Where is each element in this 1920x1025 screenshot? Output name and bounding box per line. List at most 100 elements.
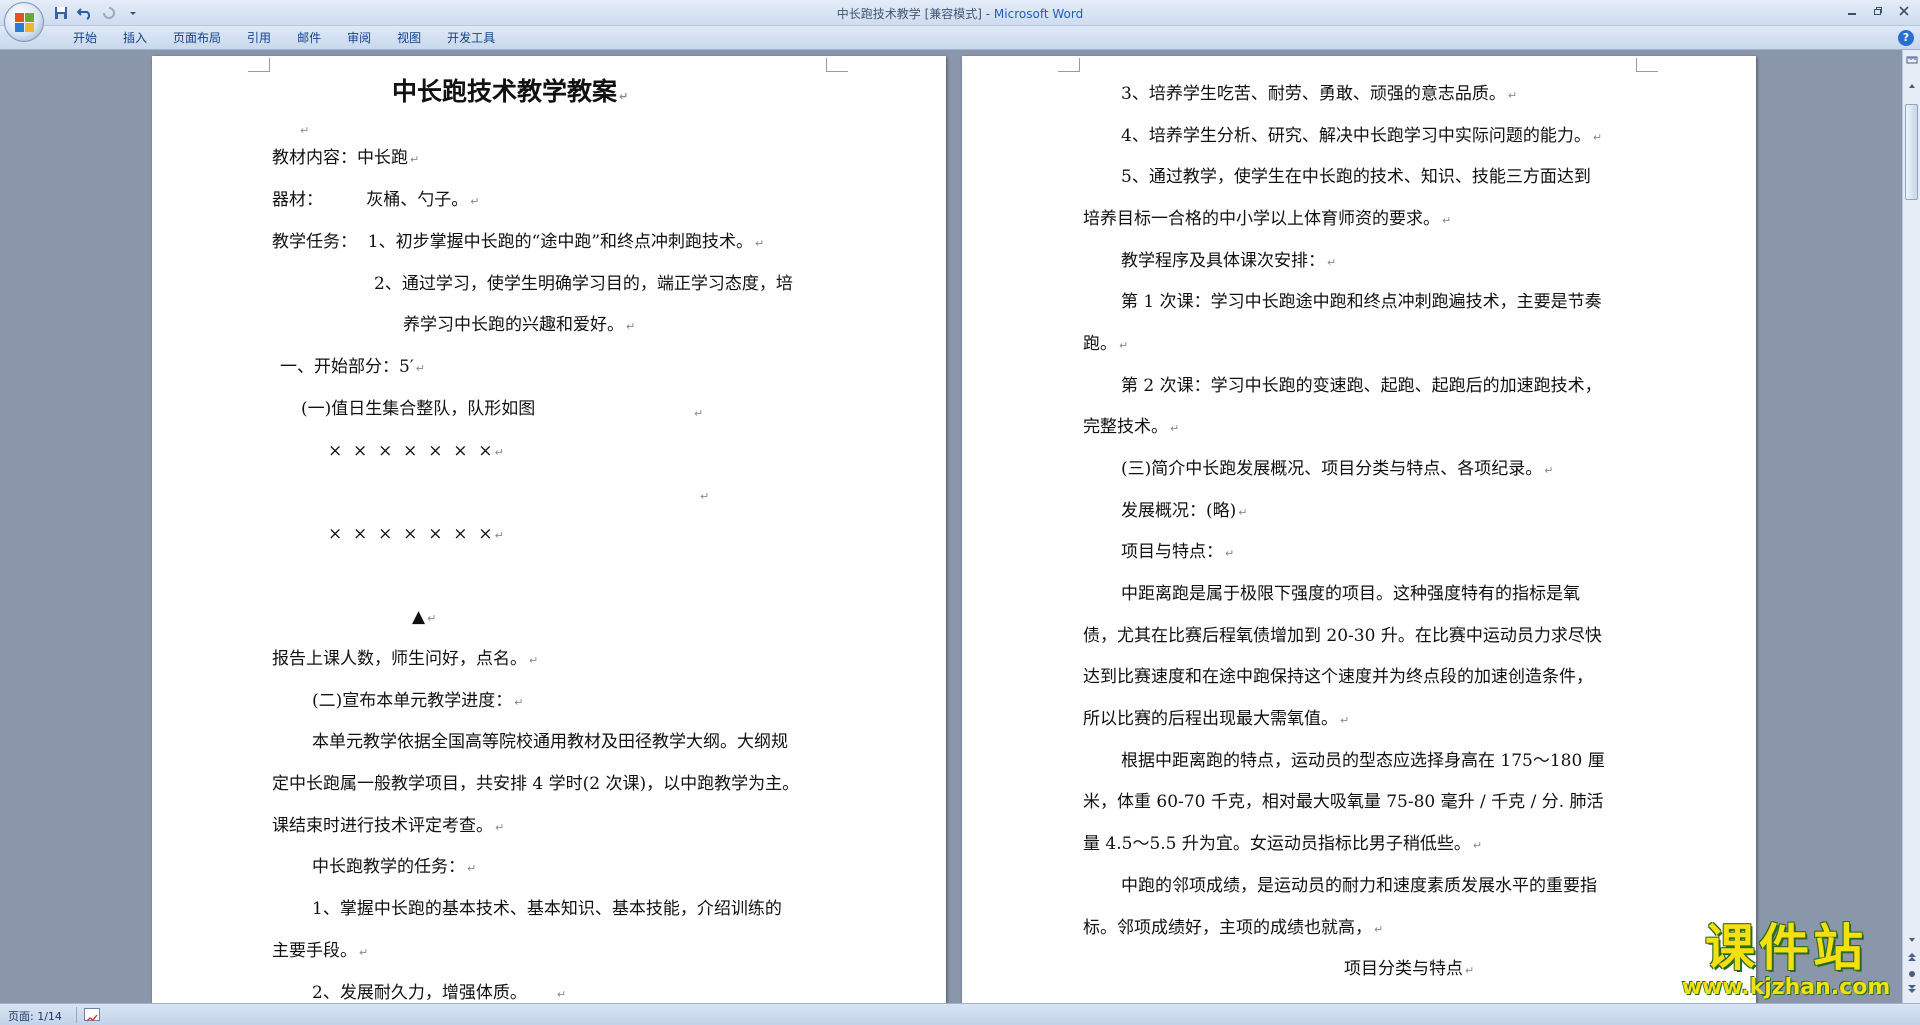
window-controls [1840,2,1916,20]
paragraph: 跑。 ↵ [1083,334,1129,354]
paragraph: 器材： 灰桶、勺子。 ↵ [272,190,480,210]
paragraph: 培养目标一合格的中小学以上体育师资的要求。 ↵ [1083,209,1452,229]
paragraph-text: 项目与特点： [1121,542,1223,562]
paragraph: 第 2 次课：学习中长跑的变速跑、起跑、起跑后的加速跑技术， [1121,375,1602,397]
margin-corner-mark [248,58,270,72]
document-name: 中长跑技术教学 [兼容模式] - [836,7,994,21]
page-count-indicator[interactable]: 页面: 1/14 [8,1008,62,1024]
paragraph-text: 中跑的邻项成绩，是运动员的耐力和速度素质发展水平的重要指 [1121,876,1597,896]
tab-review[interactable]: 审阅 [334,29,384,47]
vertical-scrollbar[interactable] [1902,50,1920,1003]
paragraph: 5、通过教学，使学生在中长跑的技术、知识、技能三方面达到 [1121,166,1591,188]
paragraph-text: 5、通过教学，使学生在中长跑的技术、知识、技能三方面达到 [1121,167,1591,187]
paragraph-text: 3、培养学生吃苦、耐劳、勇敢、顽强的意志品质。 [1121,84,1506,104]
paragraph: 2、发展耐久力，增强体质。 ↵ [312,983,567,1003]
formation-row: × × × × × × × ↵ [328,524,504,544]
proofing-status-icon[interactable] [84,1008,100,1022]
paragraph: 中跑的邻项成绩，是运动员的耐力和速度素质发展水平的重要指 [1121,875,1597,897]
tab-page-layout[interactable]: 页面布局 [160,29,234,47]
ribbon-tabs: 开始 插入 页面布局 引用 邮件 审阅 视图 开发工具 [60,29,508,47]
document-title: 中长跑技术教学教案 ↵ [392,77,629,106]
paragraph: 定中长跑属一般教学项目，共安排 4 学时(2 次课)，以中跑教学为主。 [272,773,799,795]
paragraph-text: 教学任务： 1、初步掌握中长跑的“途中跑”和终点冲刺跑技术。 [272,232,754,252]
section-heading-text: 一、开始部分：5′ [280,357,414,377]
paragraph-text: 中距离跑是属于极限下强度的项目。这种强度特有的指标是氧 [1121,584,1580,604]
margin-corner-mark [826,58,848,72]
watermark-url: www.kjzhan.com [1681,975,1891,1000]
paragraph: 发展概况：(略) ↵ [1121,501,1248,521]
app-name: Microsoft Word [993,7,1084,21]
paragraph-text: 课结束时进行技术评定考查。 [272,816,493,836]
paragraph: 4、培养学生分析、研究、解决中长跑学习中实际问题的能力。 ↵ [1121,126,1603,146]
scroll-down-icon[interactable] [1904,934,1920,950]
paragraph: 中长跑教学的任务： ↵ [312,857,477,877]
select-browse-object-icon[interactable] [1904,968,1920,984]
margin-corner-mark [1058,58,1080,72]
help-icon[interactable]: ? [1898,30,1914,46]
document-page-right[interactable]: 3、培养学生吃苦、耐劳、勇敢、顽强的意志品质。 ↵ 4、培养学生分析、研究、解决中… [962,56,1756,1003]
paragraph-text: (一)值日生集合整队，队形如图 [301,399,536,419]
paragraph-text: 定中长跑属一般教学项目，共安排 4 学时(2 次课)，以中跑教学为主。 [272,774,800,794]
paragraph: 养学习中长跑的兴趣和爱好。 ↵ [403,315,636,335]
ruler-toggle-icon[interactable] [1904,54,1920,70]
paragraph: 教学任务： 1、初步掌握中长跑的“途中跑”和终点冲刺跑技术。 ↵ [272,232,765,252]
watermark-text: 课件站 [1705,919,1867,977]
paragraph-text: 发展概况：(略) [1121,501,1237,521]
paragraph-text: 根据中距离跑的特点，运动员的型态应选择身高在 175～180 厘 [1121,751,1605,771]
tab-mailings[interactable]: 邮件 [284,29,334,47]
paragraph: 中距离跑是属于极限下强度的项目。这种强度特有的指标是氧 [1121,583,1580,605]
restore-icon[interactable] [1866,2,1890,20]
paragraph: 教学程序及具体课次安排： ↵ [1121,251,1337,271]
next-page-icon[interactable] [1904,984,1920,1000]
paragraph-text: 米，体重 60-70 千克，相对最大吸氧量 75-80 毫升 / 千克 / 分.… [1083,792,1604,812]
paragraph-text: 教材内容：中长跑 [272,148,408,168]
previous-page-icon[interactable] [1904,952,1920,968]
paragraph-text: 本单元教学依据全国高等院校通用教材及田径教学大纲。大纲规 [312,732,788,752]
paragraph: (一)值日生集合整队，队形如图 [301,398,535,420]
margin-corner-mark [1636,58,1658,72]
paragraph-text: 所以比赛的后程出现最大需氧值。 [1083,709,1338,729]
subheading: 项目分类与特点 ↵ [1344,959,1475,979]
empty-paragraph: ↵ [700,490,710,503]
paragraph: 根据中距离跑的特点，运动员的型态应选择身高在 175～180 厘 [1121,750,1605,772]
paragraph: 第 1 次课：学习中长跑途中跑和终点冲刺跑遍技术，主要是节奏 [1121,291,1602,313]
paragraph-text: 主要手段。 [272,941,357,961]
formation-row-text: × × × × × × × [328,441,493,461]
teacher-position-marker: ▲ ↵ [412,607,437,627]
paragraph: 项目与特点： ↵ [1121,542,1235,562]
section-heading: 一、开始部分：5′ ↵ [280,357,425,377]
paragraph-text: 量 4.5～5.5 升为宜。女运动员指标比男子稍低些。 [1083,834,1471,854]
paragraph-text: 债，尤其在比赛后程氧债增加到 20-30 升。在比赛中运动员力求尽快 [1083,626,1602,646]
tab-view[interactable]: 视图 [384,29,434,47]
tab-home[interactable]: 开始 [60,29,110,47]
status-bar: 页面: 1/14 [0,1003,1920,1025]
document-page-left[interactable]: 中长跑技术教学教案 ↵ ↵ 教材内容：中长跑 ↵ 器材： 灰桶、勺子。 ↵ 教学任务：… [152,56,946,1003]
formation-row: × × × × × × × ↵ [328,441,504,461]
paragraph: (二)宣布本单元教学进度： ↵ [312,691,524,711]
empty-paragraph: ↵ [300,124,310,137]
scrollbar-thumb[interactable] [1905,104,1918,200]
paragraph: 课结束时进行技术评定考查。 ↵ [272,816,505,836]
paragraph-text: 报告上课人数，师生问好，点名。 [272,649,527,669]
tab-insert[interactable]: 插入 [110,29,160,47]
document-workspace: 中长跑技术教学教案 ↵ ↵ 教材内容：中长跑 ↵ 器材： 灰桶、勺子。 ↵ 教学任务：… [0,50,1902,1003]
tab-developer[interactable]: 开发工具 [434,29,508,47]
minimize-icon[interactable] [1840,2,1864,20]
paragraph-text: 1、掌握中长跑的基本技术、基本知识、基本技能，介绍训练的 [312,899,782,919]
tab-references[interactable]: 引用 [234,29,284,47]
paragraph-text: 2、通过学习，使学生明确学习目的，端正学习态度，培 [374,274,793,294]
paragraph-text: 培养目标一合格的中小学以上体育师资的要求。 [1083,209,1440,229]
paragraph-text: 中长跑教学的任务： [312,857,465,877]
paragraph-text: (二)宣布本单元教学进度： [312,691,513,711]
scroll-up-icon[interactable] [1904,80,1920,96]
paragraph: 完整技术。 ↵ [1083,417,1180,437]
close-icon[interactable] [1892,2,1916,20]
triangle-icon: ▲ [412,607,426,627]
paragraph-text: 第 2 次课：学习中长跑的变速跑、起跑、起跑后的加速跑技术， [1121,376,1602,396]
paragraph: 主要手段。 ↵ [272,941,369,961]
paragraph: 所以比赛的后程出现最大需氧值。 ↵ [1083,709,1350,729]
paragraph: 1、掌握中长跑的基本技术、基本知识、基本技能，介绍训练的 [312,898,782,920]
paragraph-text: 完整技术。 [1083,417,1168,437]
paragraph-text: 4、培养学生分析、研究、解决中长跑学习中实际问题的能力。 [1121,126,1591,146]
office-button[interactable] [4,2,44,42]
